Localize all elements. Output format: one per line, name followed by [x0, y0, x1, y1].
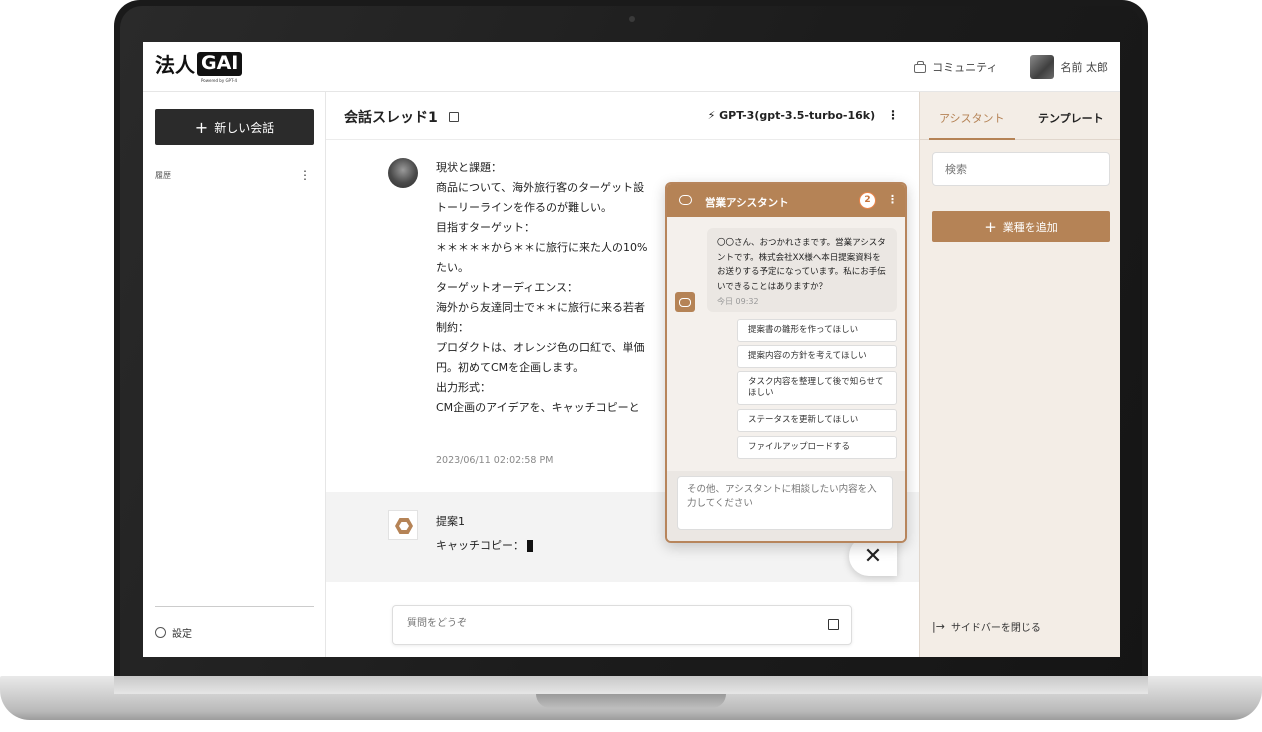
user-menu[interactable]: 名前 太郎: [1029, 55, 1109, 79]
thread-title: 会話スレッド1: [344, 110, 438, 126]
ai-response-title: 提案1: [436, 515, 465, 528]
webcam: [629, 16, 635, 22]
add-industry-label: 業種を追加: [1002, 220, 1058, 234]
compose-icon[interactable]: [828, 619, 839, 630]
close-sidebar-button[interactable]: |→ サイドバーを閉じる: [932, 619, 1041, 634]
tab-assistant[interactable]: アシスタント: [939, 110, 1005, 126]
community-link[interactable]: コミュニティ: [914, 59, 998, 75]
top-nav: コミュニティ 名前 太郎: [882, 42, 1108, 92]
model-selector[interactable]: ⚡ GPT-3(gpt-3.5-turbo-16k) ⋮: [708, 108, 899, 122]
assistant-popup: 営業アシスタント 2 ⋮ 〇〇さん、おつかれさまです。営業アシスタントです。株式…: [665, 182, 907, 543]
edit-title-icon[interactable]: [448, 112, 459, 122]
close-sidebar-label: サイドバーを閉じる: [950, 623, 1041, 634]
typing-cursor: [527, 540, 533, 552]
bot-message-text: 〇〇さん、おつかれさまです。営業アシスタントです。株式会社XX様へ本日提案資料を…: [717, 238, 886, 292]
chat-bubble-icon: [679, 195, 692, 205]
community-icon: [914, 60, 927, 73]
history-label: 履歴: [155, 171, 171, 180]
question-box[interactable]: [392, 605, 852, 645]
settings-button[interactable]: 設定: [155, 625, 192, 640]
new-chat-button[interactable]: + 新しい会話: [155, 109, 314, 145]
logo-subtitle: Powered by GPT-4: [201, 78, 238, 83]
bot-avatar-icon: [675, 292, 695, 312]
user-message: 現状と課題： 商品について、海外旅行客のターゲット設 トーリーラインを作るのが難…: [436, 161, 648, 414]
right-sidebar: アシスタント テンプレート + 業種を追加 |→ サイドバーを閉じる: [919, 92, 1120, 657]
bot-message-time: 今日 09:32: [717, 297, 759, 306]
model-name: GPT-3(gpt-3.5-turbo-16k): [719, 109, 876, 122]
ai-avatar: [388, 510, 418, 540]
tab-template[interactable]: テンプレート: [1038, 110, 1104, 126]
popup-more-icon[interactable]: ⋮: [887, 193, 898, 206]
bot-message: 〇〇さん、おつかれさまです。営業アシスタントです。株式会社XX様へ本日提案資料を…: [707, 228, 897, 312]
thread-more-icon[interactable]: ⋮: [887, 108, 899, 122]
avatar: [1029, 55, 1054, 79]
gear-icon: [155, 627, 166, 638]
ai-response-text: キャッチコピー：: [436, 537, 533, 553]
hexagon-icon: [395, 518, 413, 534]
history-more-icon[interactable]: ⋮: [299, 168, 311, 182]
logo-box: GAI: [197, 52, 243, 76]
active-tab-indicator: [929, 138, 1015, 140]
logo-kanji: 法人: [155, 53, 195, 77]
assistant-input[interactable]: [677, 476, 893, 530]
app-logo[interactable]: 法人 GAI Powered by GPT-4: [155, 52, 243, 83]
left-sidebar: + 新しい会話 履歴 ⋮ 設定: [143, 92, 326, 657]
search-input[interactable]: [932, 152, 1110, 186]
plus-icon: +: [984, 217, 997, 236]
popup-header: 営業アシスタント 2 ⋮: [667, 184, 905, 217]
suggestion-chip[interactable]: 提案内容の方針を考えてほしい: [737, 345, 897, 368]
popup-title: 営業アシスタント: [705, 197, 789, 209]
top-bar: 法人 GAI Powered by GPT-4 コミュニティ 名前 太郎: [143, 42, 1120, 92]
thread-title-wrap: 会話スレッド1: [344, 107, 459, 127]
user-name: 名前 太郎: [1060, 61, 1109, 74]
laptop-hinge: [114, 676, 1148, 694]
plus-icon: +: [194, 117, 209, 137]
popup-footer: [667, 471, 905, 541]
question-input[interactable]: [405, 617, 785, 630]
user-avatar: [388, 158, 418, 188]
new-chat-label: 新しい会話: [214, 120, 275, 135]
suggestion-chip[interactable]: ファイルアップロードする: [737, 436, 897, 459]
message-timestamp: 2023/06/11 02:02:58 PM: [436, 455, 554, 466]
suggestion-chip[interactable]: ステータスを更新してほしい: [737, 409, 897, 432]
screen: 法人 GAI Powered by GPT-4 コミュニティ 名前 太郎 + 新…: [143, 42, 1120, 657]
community-label: コミュニティ: [932, 61, 998, 74]
right-tabs: アシスタント テンプレート: [920, 92, 1120, 140]
divider: [155, 606, 314, 607]
collapse-icon: |→: [932, 620, 945, 633]
thread-header: 会話スレッド1 ⚡ GPT-3(gpt-3.5-turbo-16k) ⋮: [326, 92, 919, 140]
ai-text-content: キャッチコピー：: [436, 539, 524, 552]
suggestion-chip[interactable]: タスク内容を整理して後で知らせてほしい: [737, 371, 897, 405]
lightning-icon: ⚡: [707, 109, 716, 122]
settings-label: 設定: [172, 629, 192, 640]
add-industry-button[interactable]: + 業種を追加: [932, 211, 1110, 242]
suggestion-chip[interactable]: 提案書の雛形を作ってほしい: [737, 319, 897, 342]
laptop-notch: [536, 694, 726, 708]
notification-badge: 2: [859, 192, 876, 209]
